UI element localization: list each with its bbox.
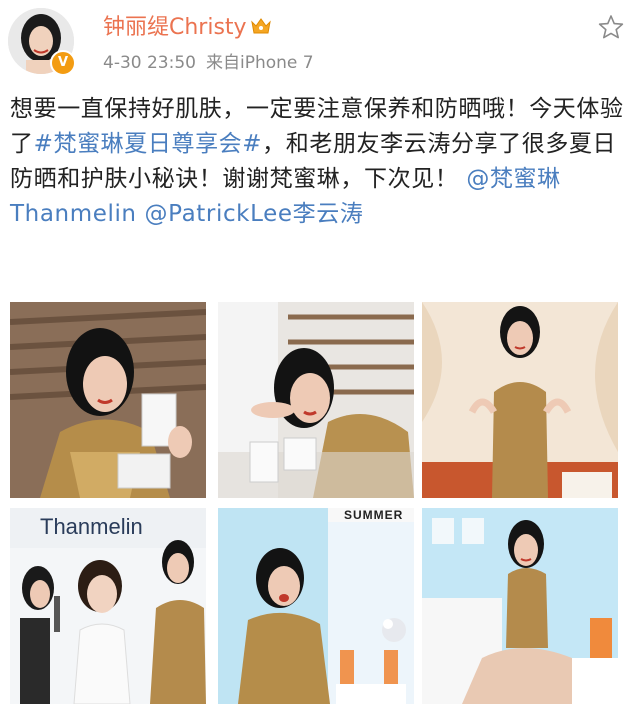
photo-image-5: [218, 508, 414, 704]
photo-image-2: [218, 302, 414, 498]
photo-thumbnail-5[interactable]: SUMMER: [218, 508, 414, 704]
topic-link[interactable]: #梵蜜琳夏日尊享会#: [34, 131, 263, 157]
sign-text-thanmelin: Thanmelin: [40, 514, 143, 539]
photo-thumbnail-1[interactable]: [10, 302, 206, 498]
post-header: V 钟丽缇Christy 4-30 23:50 来自iPhone 7: [0, 0, 640, 88]
mention-link-patricklee[interactable]: @PatrickLee李云涛: [145, 201, 364, 227]
photo-thumbnail-3[interactable]: [422, 302, 618, 498]
post-meta: 4-30 23:50 来自iPhone 7: [103, 48, 314, 73]
verified-badge-icon: V: [50, 50, 76, 76]
author-name[interactable]: 钟丽缇Christy: [103, 15, 247, 40]
post-text: 想要一直保持好肌肤，一定要注意保养和防晒哦！今天体验了#梵蜜琳夏日尊享会#，和老…: [10, 92, 630, 232]
photo-thumbnail-2[interactable]: [218, 302, 414, 498]
crown-icon: [250, 16, 271, 34]
photo-image-3: [422, 302, 618, 498]
photo-thumbnail-4[interactable]: Thanmelin: [10, 508, 206, 704]
photo-image-1: [10, 302, 206, 498]
sign-text-summer: SUMMER: [344, 508, 404, 522]
post-timestamp: 4-30 23:50: [103, 53, 196, 73]
post-source: 来自iPhone 7: [205, 53, 314, 73]
author-name-row[interactable]: 钟丽缇Christy: [103, 9, 271, 41]
photo-thumbnail-6[interactable]: [422, 508, 618, 704]
author-avatar-container[interactable]: V: [8, 8, 76, 76]
photo-grid: Thanmelin SUMMER: [10, 302, 622, 704]
star-outline-icon[interactable]: [598, 14, 624, 40]
photo-image-6: [422, 508, 618, 704]
